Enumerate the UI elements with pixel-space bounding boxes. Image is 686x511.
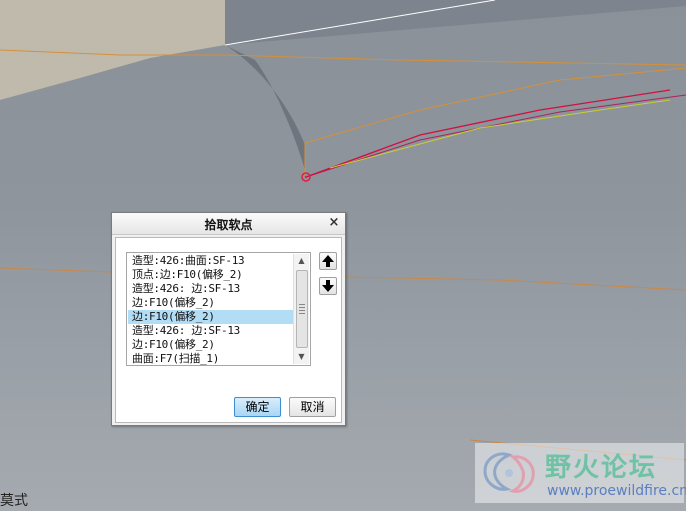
cancel-button[interactable]: 取消 [289, 397, 336, 417]
magenta-curve [305, 94, 686, 178]
list-item[interactable]: 曲面:F7(扫描_1) [128, 352, 293, 366]
list-item[interactable]: 边:F10(偏移_2) [128, 310, 293, 324]
list-item[interactable]: 边:F10(偏移_2) [128, 338, 293, 352]
scroll-up-icon[interactable]: ▲ [294, 254, 309, 268]
curved-edge [225, 45, 305, 170]
red-curve [305, 89, 671, 178]
list-item[interactable]: 造型:426:曲面:SF-13 [128, 254, 293, 268]
ok-button[interactable]: 确定 [234, 397, 281, 417]
status-text: 莫式 [0, 493, 28, 509]
arrow-up-icon [322, 255, 334, 267]
list-item[interactable]: 顶点:边:F10(偏移_2) [128, 268, 293, 282]
move-up-button[interactable] [319, 252, 337, 270]
watermark: 野火论坛 www.proewildfire.cn [475, 443, 686, 503]
arrow-down-icon [322, 280, 334, 292]
dialog-title-bar[interactable]: 拾取软点 × [112, 213, 345, 235]
list-items: 造型:426:曲面:SF-13 顶点:边:F10(偏移_2) 造型:426: 边:S… [128, 254, 293, 366]
pick-soft-point-dialog: 拾取软点 × 造型:426:曲面:SF-13 顶点:边:F10(偏移_2) 造型:4… [111, 212, 346, 426]
selection-listbox[interactable]: 造型:426:曲面:SF-13 顶点:边:F10(偏移_2) 造型:426: 边:S… [126, 252, 311, 366]
list-scrollbar[interactable]: ▲ ▼ [293, 254, 309, 364]
list-item[interactable]: 造型:426: 边:SF-13 [128, 282, 293, 296]
watermark-url: www.proewildfire.cn [547, 483, 686, 499]
dialog-body: 造型:426:曲面:SF-13 顶点:边:F10(偏移_2) 造型:426: 边:S… [115, 237, 342, 423]
beige-surface [0, 0, 225, 100]
close-icon[interactable]: × [328, 216, 340, 230]
watermark-name: 野火论坛 [545, 453, 658, 483]
wildfire-logo-icon [483, 452, 535, 493]
scroll-thumb[interactable] [296, 270, 308, 348]
move-down-button[interactable] [319, 277, 337, 295]
orange-edge-left [0, 267, 112, 273]
scroll-down-icon[interactable]: ▼ [294, 350, 309, 364]
orange-edge-right [345, 276, 686, 291]
yellow-curve [329, 99, 671, 169]
list-item[interactable]: 边:F10(偏移_2) [128, 296, 293, 310]
list-item[interactable]: 造型:426: 边:SF-13 [128, 324, 293, 338]
dialog-title: 拾取软点 [204, 218, 253, 232]
